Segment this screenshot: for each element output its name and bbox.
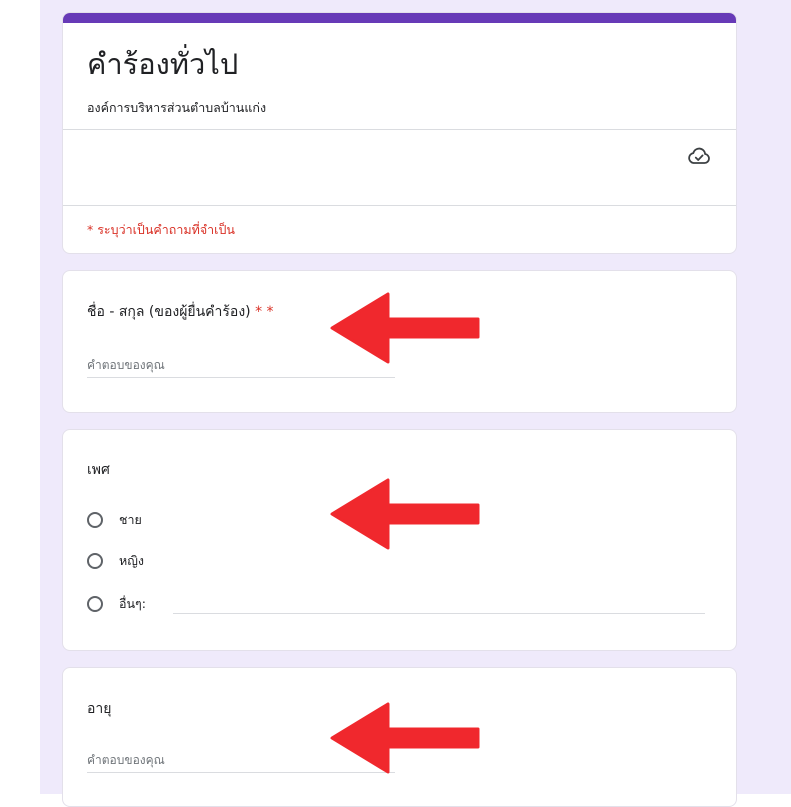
radio-option-female[interactable]: หญิง xyxy=(87,549,144,573)
question-title: ชื่อ - สกุล (ของผู้ยื่นคำร้อง) * * xyxy=(87,301,274,323)
radio-option-label: หญิง xyxy=(119,553,144,568)
radio-option-other[interactable]: อื่นๆ: xyxy=(87,592,146,616)
left-arrow-icon xyxy=(330,292,480,364)
radio-option-label: ชาย xyxy=(119,512,142,527)
header-divider xyxy=(63,129,736,130)
form-description: องค์การบริหารส่วนตำบลบ้านแก่ง xyxy=(87,100,267,115)
left-arrow-icon xyxy=(330,702,480,774)
question-title: อายุ xyxy=(87,701,112,717)
radio-option-label: อื่นๆ: xyxy=(119,596,146,611)
radio-button[interactable] xyxy=(87,512,103,528)
radio-button[interactable] xyxy=(87,596,103,612)
header-divider-bottom xyxy=(63,205,736,206)
form-header-card: คำร้องทั่วไป องค์การบริหารส่วนตำบลบ้านแก… xyxy=(62,12,737,254)
left-arrow-icon xyxy=(330,478,480,550)
form-title: คำร้องทั่วไป xyxy=(87,47,239,81)
required-note: * ระบุว่าเป็นคำถามที่จำเป็น xyxy=(87,222,235,237)
radio-option-male[interactable]: ชาย xyxy=(87,508,142,532)
radio-button[interactable] xyxy=(87,553,103,569)
question-title-text: ชื่อ - สกุล (ของผู้ยื่นคำร้อง) xyxy=(87,304,251,320)
other-text-input[interactable] xyxy=(173,613,705,614)
required-asterisk: * * xyxy=(255,304,274,320)
cloud-check-icon[interactable] xyxy=(687,144,711,168)
question-title: เพศ xyxy=(87,462,110,478)
header-accent-band xyxy=(63,13,736,23)
